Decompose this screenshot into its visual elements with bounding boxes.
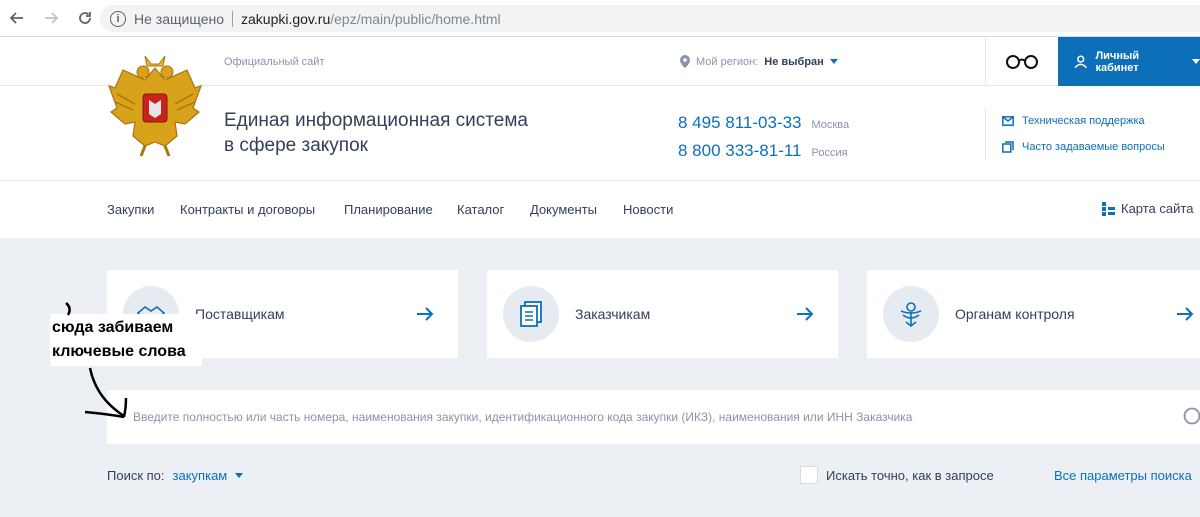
annotation-text: сюда забиваем ключевые слова: [52, 316, 186, 364]
arrow-right-icon: [797, 307, 814, 321]
glasses-icon: [1006, 54, 1038, 69]
search-section: Поставщикам Заказчикам Органам контроля …: [0, 238, 1200, 517]
phone-russia[interactable]: 8 800 333-81-11 Россия: [678, 141, 848, 161]
chevron-down-icon: [829, 59, 838, 64]
card-label: Заказчикам: [575, 306, 651, 322]
support-links: Техническая поддержка Часто задаваемые в…: [985, 108, 1200, 160]
menu-item-catalog[interactable]: Каталог: [457, 202, 504, 217]
phone-number: 8 495 811-03-33: [678, 113, 802, 132]
phone-number: 8 800 333-81-11: [678, 141, 802, 160]
site-title[interactable]: Единая информационная система в сфере за…: [224, 108, 554, 158]
search-scope-selector[interactable]: Поиск по: закупкам: [107, 468, 244, 483]
cabinet-label: Личный кабинет: [1095, 49, 1140, 74]
faq-label: Часто задаваемые вопросы: [1022, 141, 1165, 153]
card-label: Поставщикам: [195, 306, 285, 322]
arrow-right-icon: [1177, 307, 1194, 321]
all-search-params-link[interactable]: Все параметры поиска: [1054, 468, 1192, 483]
phone-moscow[interactable]: 8 495 811-03-33 Москва: [678, 113, 849, 133]
browser-toolbar: i Не защищено zakupki.gov.ru /epz/main/p…: [0, 0, 1200, 37]
url-host: zakupki.gov.ru: [241, 10, 331, 27]
search-scope-value: закупкам: [172, 468, 228, 483]
forward-icon[interactable]: [40, 7, 62, 29]
info-icon[interactable]: i: [110, 10, 126, 27]
chevron-down-icon: [1192, 59, 1200, 64]
exact-search-option[interactable]: Искать точно, как в запросе: [800, 466, 994, 484]
site-title-line: в сфере закупок: [224, 135, 368, 156]
search-scope-label: Поиск по:: [107, 468, 165, 483]
user-icon: [1074, 54, 1088, 68]
site-title-line: Единая информационная система: [224, 110, 528, 131]
exact-search-checkbox[interactable]: [800, 466, 818, 484]
sitemap-icon: [1102, 201, 1115, 216]
accessibility-button[interactable]: [985, 37, 1058, 86]
reload-icon[interactable]: [74, 7, 96, 29]
divider: [232, 10, 233, 27]
card-control-bodies[interactable]: Органам контроля: [867, 270, 1200, 358]
emblem-icon: [883, 286, 939, 342]
annotation-line: сюда забиваем: [52, 319, 174, 336]
search-input[interactable]: [133, 410, 1153, 424]
main-menu: Закупки Контракты и договоры Планировани…: [0, 181, 1200, 238]
address-bar[interactable]: i Не защищено zakupki.gov.ru /epz/main/p…: [100, 5, 1200, 32]
document-icon: [503, 286, 559, 342]
back-icon[interactable]: [6, 7, 28, 29]
menu-item-documents[interactable]: Документы: [530, 202, 597, 217]
tech-support-link[interactable]: Техническая поддержка: [1002, 108, 1200, 134]
menu-item-news[interactable]: Новости: [623, 202, 673, 217]
url-path: /epz/main/public/home.html: [330, 10, 501, 27]
phone-city: Москва: [811, 119, 850, 131]
region-selector[interactable]: Мой регион: Не выбран: [680, 55, 838, 68]
menu-item-planning[interactable]: Планирование: [344, 202, 433, 217]
tech-support-label: Техническая поддержка: [1022, 115, 1145, 127]
card-customers[interactable]: Заказчикам: [487, 270, 838, 358]
faq-link[interactable]: Часто задаваемые вопросы: [1002, 134, 1200, 160]
faq-icon: [1002, 141, 1014, 153]
card-label: Органам контроля: [955, 306, 1075, 322]
personal-cabinet-button[interactable]: Личный кабинет: [1058, 37, 1200, 86]
search-bar: [107, 390, 1200, 444]
official-site-label: Официальный сайт: [224, 56, 325, 68]
annotation-line: ключевые слова: [52, 343, 186, 360]
menu-item-purchases[interactable]: Закупки: [107, 202, 154, 217]
security-status: Не защищено: [134, 10, 224, 27]
mail-icon: [1002, 116, 1014, 126]
exact-search-label: Искать точно, как в запросе: [826, 467, 994, 483]
chevron-down-icon: [235, 473, 244, 478]
region-label: Мой регион:: [696, 55, 759, 68]
site-header: Единая информационная система в сфере за…: [0, 86, 1200, 181]
sitemap-link[interactable]: Карта сайта: [1102, 201, 1193, 216]
arrow-right-icon: [417, 307, 434, 321]
sitemap-label: Карта сайта: [1121, 201, 1194, 216]
phone-city: Россия: [811, 147, 848, 159]
location-pin-icon: [680, 55, 690, 68]
search-icon[interactable]: [1180, 407, 1200, 427]
menu-item-contracts[interactable]: Контракты и договоры: [180, 202, 315, 217]
region-value: Не выбран: [764, 55, 824, 68]
